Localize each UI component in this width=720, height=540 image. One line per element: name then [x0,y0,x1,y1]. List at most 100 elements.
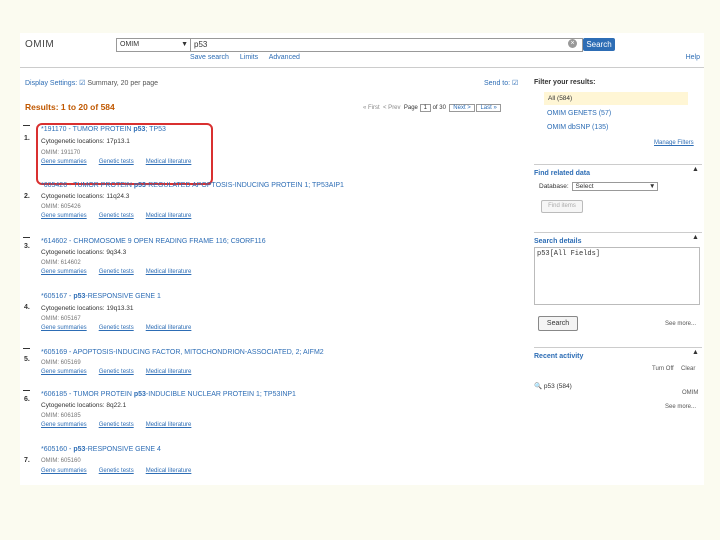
genetic-tests-link[interactable]: Genetic tests [99,468,134,474]
recent-activity-title[interactable]: Recent activity [534,353,583,360]
result-omim-id: OMIM: 614602 [41,260,81,266]
see-more-link[interactable]: See more... [665,404,696,410]
result-cytogenetic: Cytogenetic locations: 19q13.31 [41,305,134,312]
gene-summaries-link[interactable]: Gene summaries [41,369,87,375]
result-title[interactable]: *614602 - CHROMOSOME 9 OPEN READING FRAM… [41,238,266,245]
result-number: 6. [24,396,30,403]
result-title[interactable]: *606185 - TUMOR PROTEIN p53-INDUCIBLE NU… [41,391,296,398]
result-omim-id: OMIM: 606185 [41,413,81,419]
related-database-value: Select [575,183,594,190]
result-title-post: -RESPONSIVE GENE 4 [85,446,161,453]
result-cytogenetic: Cytogenetic locations: 9q34.3 [41,249,127,256]
result-omim-id: OMIM: 605169 [41,360,81,366]
search-details-query[interactable]: p53[All Fields] [534,247,700,305]
send-to-label: Send to: [484,80,511,87]
result-checkbox[interactable] [23,125,30,126]
result-id: *614602 [41,238,68,245]
last-page-button[interactable]: Last » [476,104,501,112]
search-input-value: p53 [194,40,208,49]
clear-link[interactable]: Clear [681,366,695,372]
result-links: Gene summaries Genetic tests Medical liter… [41,325,203,331]
see-more-link[interactable]: See more... [665,321,696,327]
results-count: Results: 1 to 20 of 584 [25,102,115,112]
first-page-link[interactable]: « First [363,105,380,111]
gene-summaries-link[interactable]: Gene summaries [41,325,87,331]
genetic-tests-link[interactable]: Genetic tests [99,369,134,375]
sidebar: Filter your results: All (584) OMIM GENE… [534,33,704,485]
find-items-button[interactable]: Find items [541,200,583,213]
result-omim-id: OMIM: 605160 [41,458,81,464]
result-omim-id: OMIM: 605426 [41,204,81,210]
highlight-box [36,123,213,185]
result-title[interactable]: *605426 - TUMOR PROTEIN p53-REGULATED AP… [41,182,344,189]
advanced-link[interactable]: Advanced [269,54,300,61]
result-cytogenetic: Cytogenetic locations: 8q22.1 [41,402,127,409]
related-database-select[interactable]: Select ▼ [572,182,659,191]
result-omim-id: OMIM: 605167 [41,316,81,322]
result-title[interactable]: *605169 - APOPTOSIS-INDUCING FACTOR, MIT… [41,349,324,356]
genetic-tests-link[interactable]: Genetic tests [99,325,134,331]
result-checkbox[interactable] [23,237,30,238]
result-id: *605426 [41,182,68,189]
limits-link[interactable]: Limits [240,54,258,61]
pager: « First < Prev Page 1 of 30 Next > Last … [363,104,501,112]
search-details-title[interactable]: Search details [534,238,581,245]
display-settings[interactable]: Display Settings: ☑ Summary, 20 per page [25,79,158,87]
recent-activity-item[interactable]: 🔍 p53 (584) [534,382,572,390]
medical-literature-link[interactable]: Medical literature [146,468,192,474]
search-details-button[interactable]: Search [538,316,578,331]
result-title-post: -RESPONSIVE GENE 1 [85,293,161,300]
send-to[interactable]: Send to: ☑ [484,79,518,87]
result-checkbox[interactable] [23,348,30,349]
omim-logo[interactable]: OMIM [25,39,54,50]
recent-activity-query: p53 (584) [543,383,572,390]
gene-summaries-link[interactable]: Gene summaries [41,269,87,275]
genetic-tests-link[interactable]: Genetic tests [99,269,134,275]
collapse-icon[interactable]: ▲ [692,166,699,173]
collapse-icon[interactable]: ▲ [692,349,699,356]
database-field: Database: Select ▼ [539,182,659,191]
result-id: *605160 [41,446,68,453]
filter-all[interactable]: All (584) [544,92,688,105]
database-select[interactable]: OMIM ▼ [116,38,191,52]
display-settings-label: Display Settings: [25,80,78,87]
database-label: Database: [539,183,569,190]
page-input[interactable]: 1 [419,104,431,112]
result-number: 5. [24,356,30,363]
search-sublinks: Save search Limits Advanced [190,54,309,61]
result-title[interactable]: *605167 - p53-RESPONSIVE GENE 1 [41,293,161,300]
result-title-pre: - TUMOR PROTEIN [67,182,134,189]
page-label: Page [403,105,418,111]
prev-page-link[interactable]: < Prev [383,105,401,111]
result-title-pre: - APOPTOSIS-INDUCING FACTOR, MITOCHONDRI… [67,349,324,356]
gene-summaries-link[interactable]: Gene summaries [41,422,87,428]
medical-literature-link[interactable]: Medical literature [146,325,192,331]
medical-literature-link[interactable]: Medical literature [146,269,192,275]
medical-literature-link[interactable]: Medical literature [146,369,192,375]
next-page-button[interactable]: Next > [449,104,475,112]
find-related-title[interactable]: Find related data [534,170,590,177]
result-number: 2. [24,193,30,200]
result-title[interactable]: *605160 - p53-RESPONSIVE GENE 4 [41,446,161,453]
manage-filters-link[interactable]: Manage Filters [654,140,694,146]
result-links: Gene summaries Genetic tests Medical liter… [41,468,203,474]
filter-link-dbsnp[interactable]: OMIM dbSNP (135) [547,124,608,131]
result-id: *605167 [41,293,68,300]
panel-divider [534,232,702,233]
genetic-tests-link[interactable]: Genetic tests [99,422,134,428]
gene-summaries-link[interactable]: Gene summaries [41,213,87,219]
filter-link-genets[interactable]: OMIM GENETS (57) [547,110,611,117]
collapse-icon[interactable]: ▲ [692,234,699,241]
search-input[interactable]: p53 [190,38,583,52]
result-checkbox[interactable] [23,390,30,391]
result-title-post: -REGULATED APOPTOSIS-INDUCING PROTEIN 1;… [145,182,344,189]
result-number: 1. [24,135,30,142]
save-search-link[interactable]: Save search [190,54,229,61]
medical-literature-link[interactable]: Medical literature [146,422,192,428]
genetic-tests-link[interactable]: Genetic tests [99,213,134,219]
search-icon: 🔍 [534,383,543,390]
turn-off-link[interactable]: Turn Off [652,366,674,372]
panel-divider [534,347,702,348]
medical-literature-link[interactable]: Medical literature [146,213,192,219]
gene-summaries-link[interactable]: Gene summaries [41,468,87,474]
